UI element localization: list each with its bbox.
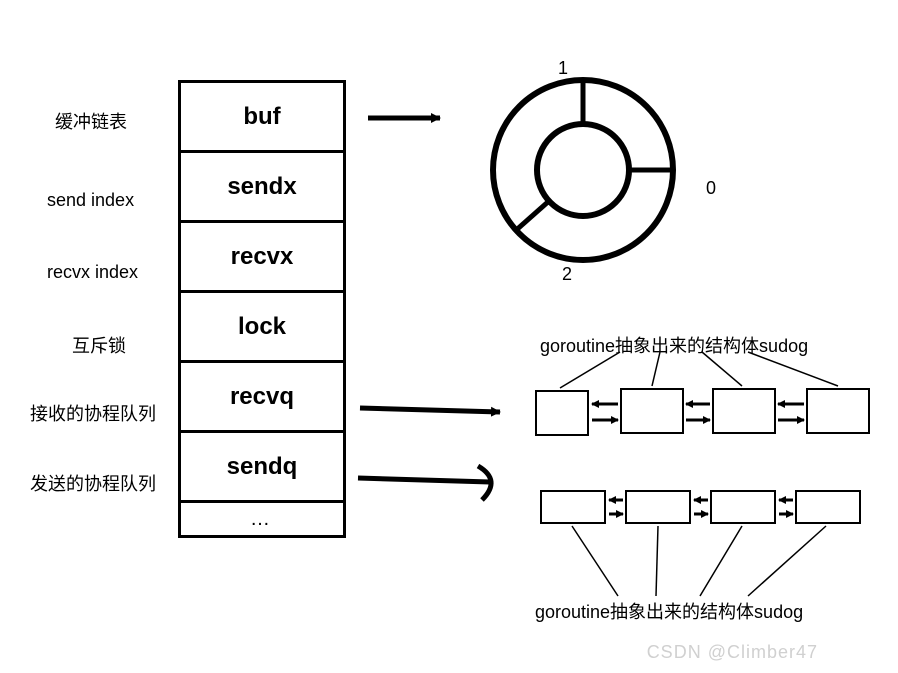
label-recvx: recvx index	[47, 262, 138, 283]
connector-lower-3	[748, 526, 826, 596]
ring-buffer-icon	[493, 80, 673, 260]
label-sendx: send index	[47, 190, 134, 211]
sendq-node-3	[795, 490, 861, 524]
ring-label-0: 0	[706, 178, 716, 199]
recvq-node-0	[535, 390, 589, 436]
arrow-recvq-to-list	[360, 408, 500, 412]
field-ellipsis: …	[181, 503, 343, 535]
ring-label-1: 1	[558, 58, 568, 79]
sendq-node-1	[625, 490, 691, 524]
caption-sudog-upper: goroutine抽象出来的结构体sudog	[540, 332, 808, 358]
arrow-sendq-to-list	[358, 478, 490, 482]
field-sendq: sendq	[181, 433, 343, 503]
field-sendx: sendx	[181, 153, 343, 223]
connector-lower-2	[700, 526, 742, 596]
hchan-struct: buf sendx recvx lock recvq sendq …	[178, 80, 346, 538]
label-lock: 互斥锁	[72, 332, 126, 358]
caption-sudog-lower: goroutine抽象出来的结构体sudog	[535, 598, 803, 624]
connector-lower-1	[656, 526, 658, 596]
ring-label-2: 2	[562, 264, 572, 285]
field-lock: lock	[181, 293, 343, 363]
label-recvq: 接收的协程队列	[30, 400, 156, 426]
field-recvx: recvx	[181, 223, 343, 293]
recvq-node-3	[806, 388, 870, 434]
sendq-node-0	[540, 490, 606, 524]
field-recvq: recvq	[181, 363, 343, 433]
label-sendq: 发送的协程队列	[30, 470, 156, 496]
recvq-node-2	[712, 388, 776, 434]
label-buf: 缓冲链表	[55, 108, 127, 134]
recvq-node-1	[620, 388, 684, 434]
connector-lower-0	[572, 526, 618, 596]
watermark: CSDN @Climber47	[647, 642, 818, 663]
diagram-canvas: { "struct": { "fields": ["buf", "sendx",…	[0, 0, 898, 673]
sendq-node-2	[710, 490, 776, 524]
field-buf: buf	[181, 83, 343, 153]
